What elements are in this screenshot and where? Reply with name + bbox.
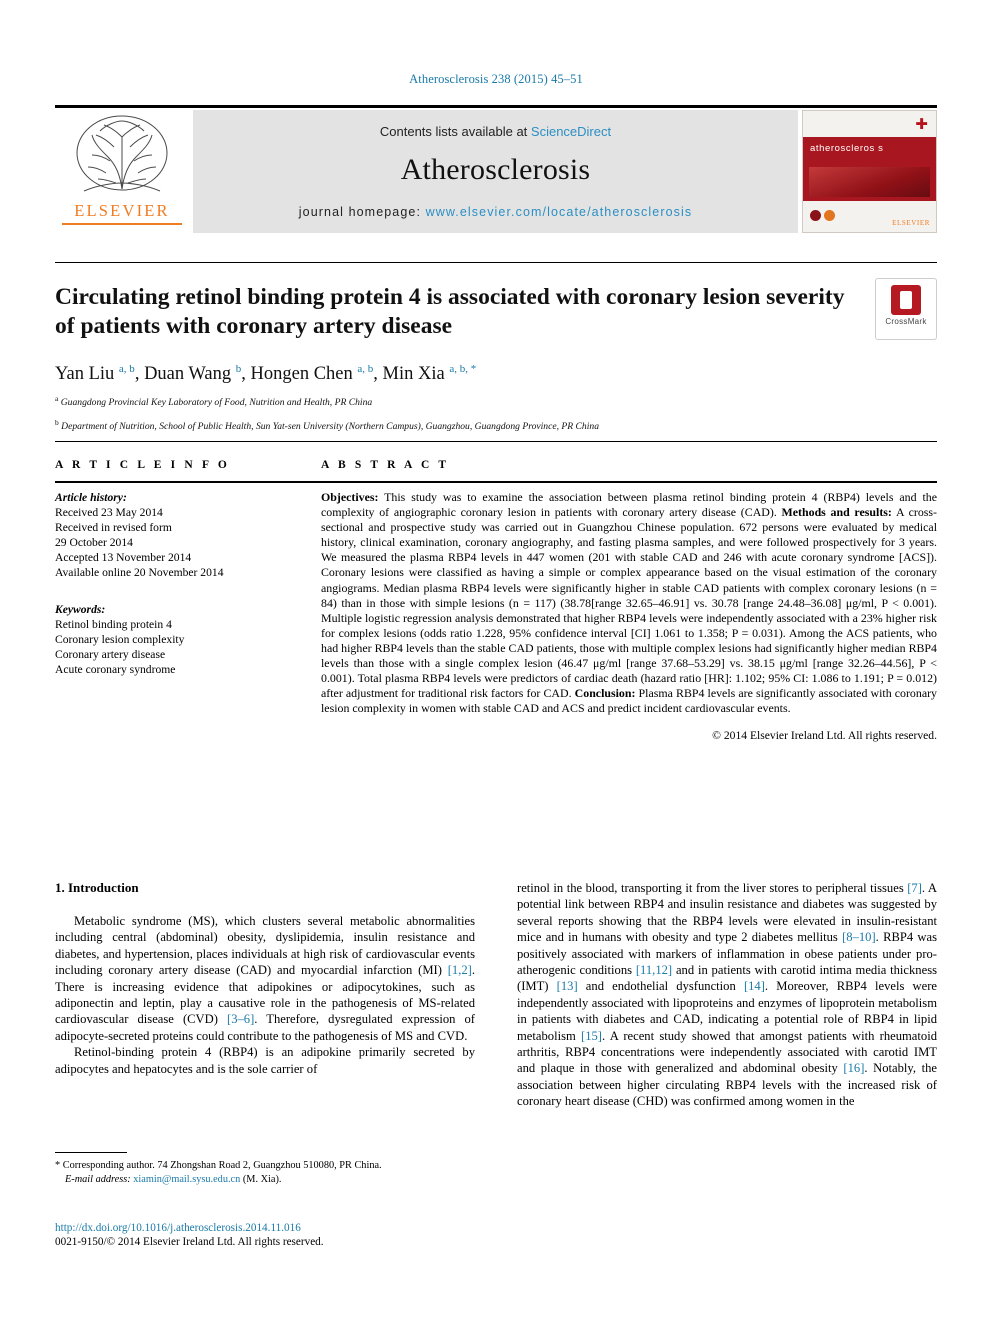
- elsevier-bar: [62, 223, 182, 225]
- elsevier-logo: ELSEVIER: [55, 110, 189, 233]
- homepage-prefix: journal homepage:: [298, 205, 426, 219]
- keyword-item: Retinol binding protein 4: [55, 618, 172, 631]
- body-paragraph: Metabolic syndrome (MS), which clusters …: [55, 914, 475, 1043]
- affiliation-a-text: Guangdong Provincial Key Laboratory of F…: [60, 397, 373, 409]
- footnote-rule: [55, 1152, 127, 1153]
- cover-dot-2: [824, 210, 835, 221]
- journal-cover-thumbnail: ✚ atheroscleros s ELSEVIER: [802, 110, 937, 233]
- keyword-item: Coronary lesion complexity: [55, 633, 185, 646]
- cover-bottom: ELSEVIER: [803, 201, 936, 232]
- elsevier-tree-icon: [76, 115, 168, 192]
- infoabs-columns: A R T I C L E I N F O Article history: R…: [55, 459, 937, 742]
- sciencedirect-link[interactable]: ScienceDirect: [531, 124, 611, 139]
- issn-copyright-line: 0021-9150/© 2014 Elsevier Ireland Ltd. A…: [55, 1236, 324, 1248]
- masthead-center-panel: Contents lists available at ScienceDirec…: [193, 110, 798, 233]
- keywords-label: Keywords:: [55, 603, 106, 616]
- cover-title-text: atheroscleros s: [810, 143, 884, 154]
- article-info-heading: A R T I C L E I N F O: [55, 459, 230, 471]
- keyword-item: Acute coronary syndrome: [55, 663, 176, 676]
- article-history: Article history: Received 23 May 2014 Re…: [55, 490, 321, 580]
- abstract-rule: [321, 481, 937, 483]
- cover-publisher-word: ELSEVIER: [892, 219, 930, 227]
- title-top-rule: [55, 262, 937, 263]
- title-block: Circulating retinol binding protein 4 is…: [55, 262, 937, 434]
- cover-dots: [810, 208, 838, 226]
- infoabs-top-rule: [55, 441, 937, 442]
- keyword-item: Coronary artery disease: [55, 648, 166, 661]
- cover-dot-1: [810, 210, 821, 221]
- article-history-item: 29 October 2014: [55, 536, 133, 549]
- article-info-rule: [55, 481, 321, 483]
- abstract-column: A B S T R A C T Objectives: This study w…: [321, 459, 937, 742]
- homepage-link[interactable]: www.elsevier.com/locate/atherosclerosis: [426, 205, 693, 219]
- corresponding-author-line: * Corresponding author. 74 Zhongshan Roa…: [55, 1160, 382, 1171]
- abstract-heading: A B S T R A C T: [321, 459, 450, 471]
- keywords-block: Keywords: Retinol binding protein 4 Coro…: [55, 602, 321, 677]
- footer-doi-block: http://dx.doi.org/10.1016/j.atherosclero…: [55, 1222, 555, 1248]
- footnote-text: * Corresponding author. 74 Zhongshan Roa…: [55, 1159, 475, 1186]
- article-history-item: Available online 20 November 2014: [55, 566, 224, 579]
- journal-masthead: ELSEVIER Contents lists available at Sci…: [55, 105, 937, 233]
- article-history-label: Article history:: [55, 491, 127, 504]
- contents-line: Contents lists available at ScienceDirec…: [193, 124, 798, 139]
- author-list: Yan Liu a, b, Duan Wang b, Hongen Chen a…: [55, 363, 477, 385]
- cover-mark-icon: ✚: [915, 117, 928, 133]
- contents-prefix: Contents lists available at: [379, 124, 531, 139]
- affiliation-b-marker: b: [55, 417, 59, 427]
- body-paragraph: Retinol-binding protein 4 (RBP4) is an a…: [55, 1045, 475, 1076]
- affiliation-b: b Department of Nutrition, School of Pub…: [55, 417, 937, 434]
- affiliation-a-marker: a: [55, 394, 59, 404]
- email-line: E-mail address: xiamin@mail.sysu.edu.cn …: [55, 1173, 475, 1187]
- crossmark-label: CrossMark: [885, 317, 927, 326]
- article-history-item: Received 23 May 2014: [55, 506, 163, 519]
- cover-artwork: [809, 167, 930, 197]
- journal-title: Atherosclerosis: [400, 153, 591, 186]
- affiliation-b-text: Department of Nutrition, School of Publi…: [61, 421, 599, 433]
- crossmark-icon: [891, 285, 921, 315]
- article-history-item: Received in revised form: [55, 521, 172, 534]
- info-abstract-block: A R T I C L E I N F O Article history: R…: [55, 441, 937, 742]
- elsevier-wordmark: ELSEVIER: [74, 201, 170, 220]
- affiliation-a: a Guangdong Provincial Key Laboratory of…: [55, 393, 937, 410]
- article-info-column: A R T I C L E I N F O Article history: R…: [55, 459, 321, 742]
- cover-top: ✚: [803, 111, 936, 137]
- paper-page: Atherosclerosis 238 (2015) 45–51 ELSEVIE…: [0, 0, 992, 1323]
- crossmark-badge[interactable]: CrossMark: [875, 278, 937, 340]
- body-left-column: 1. Introduction Metabolic syndrome (MS),…: [55, 880, 475, 1110]
- running-head: Atherosclerosis 238 (2015) 45–51: [409, 72, 583, 86]
- body-right-column: retinol in the blood, transporting it fr…: [517, 880, 937, 1110]
- email-link[interactable]: xiamin@mail.sysu.edu.cn: [133, 1174, 240, 1185]
- journal-homepage-line: journal homepage: www.elsevier.com/locat…: [193, 205, 798, 219]
- body-paragraph: retinol in the blood, transporting it fr…: [517, 881, 937, 1109]
- email-label: E-mail address:: [65, 1173, 131, 1185]
- section-heading-introduction: 1. Introduction: [55, 880, 139, 895]
- body-columns: 1. Introduction Metabolic syndrome (MS),…: [55, 880, 937, 1110]
- masthead-top-rule: [55, 105, 937, 108]
- article-history-item: Accepted 13 November 2014: [55, 551, 192, 564]
- abstract-objectives-label: Objectives:: [321, 490, 379, 504]
- abstract-text: Objectives: This study was to examine th…: [321, 490, 937, 716]
- corresponding-author-footnote: * Corresponding author. 74 Zhongshan Roa…: [55, 1152, 475, 1186]
- page-title: Circulating retinol binding protein 4 is…: [55, 284, 845, 339]
- abstract-conclusion-label: Conclusion:: [574, 686, 636, 701]
- doi-link[interactable]: http://dx.doi.org/10.1016/j.atherosclero…: [55, 1222, 555, 1234]
- cover-red-band: atheroscleros s: [803, 137, 936, 201]
- email-suffix: (M. Xia).: [240, 1173, 282, 1185]
- abstract-methods-label: Methods and results:: [781, 505, 892, 520]
- abstract-methods-text: A cross-sectional and prospective study …: [321, 505, 937, 701]
- abstract-copyright: © 2014 Elsevier Ireland Ltd. All rights …: [712, 729, 937, 743]
